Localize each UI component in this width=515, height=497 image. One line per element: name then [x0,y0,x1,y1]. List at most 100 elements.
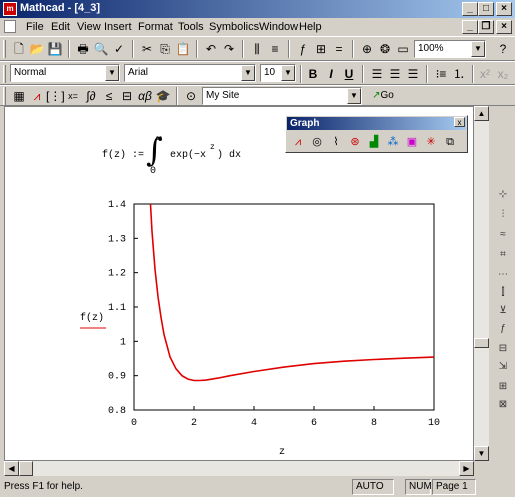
numbering-icon[interactable]: ⒈ [450,65,468,83]
size-select[interactable]: 10 ▼ [260,64,296,82]
copy-icon[interactable]: ⎘ [156,40,174,58]
align-left-icon[interactable]: ☰ [368,65,386,83]
resource-center-icon[interactable]: ❂ [376,40,394,58]
subscript-icon[interactable]: x₂ [494,65,512,83]
format-icon-11[interactable]: ⊞ [496,380,510,394]
menu-view[interactable]: View [77,21,101,33]
menu-tools[interactable]: Tools [178,21,204,33]
menu-insert[interactable]: Insert [104,21,132,33]
spell-check-icon[interactable]: ✓ [110,40,128,58]
format-icon-12[interactable]: ⊠ [496,398,510,412]
vertical-scroll-thumb[interactable] [474,338,489,348]
open-icon[interactable]: 📂 [28,40,46,58]
graph-palette-close-button[interactable]: x [454,117,465,127]
redo-icon[interactable]: ↷ [220,40,238,58]
horizontal-scrollbar[interactable]: ◀ ▶ [4,461,474,476]
scroll-up-icon[interactable]: ▲ [474,106,489,121]
format-icon-9[interactable]: ⊟ [496,342,510,356]
chevron-down-icon[interactable]: ▼ [347,88,361,104]
go-button[interactable]: ↗Go [368,87,398,105]
menu-window[interactable]: Window [259,21,298,33]
site-select[interactable]: My Site ▼ [202,87,362,105]
scroll-down-icon[interactable]: ▼ [474,446,489,461]
help-icon[interactable]: ? [494,40,512,58]
format-icon-7[interactable]: ⊻ [496,304,510,318]
contour-plot-icon[interactable]: ⊛ [347,134,363,150]
doc-close-button[interactable]: × [496,20,512,34]
insert-function-icon[interactable]: ƒ [294,40,312,58]
scroll-left-icon[interactable]: ◀ [4,461,19,476]
programming-palette-icon[interactable]: ⊟ [118,87,136,105]
insert-unit-icon[interactable]: ⊞ [312,40,330,58]
italic-button[interactable]: I [322,65,340,83]
doc-restore-button[interactable]: ❐ [478,20,494,34]
calculator-palette-icon[interactable]: ▦ [10,87,28,105]
plot-wizard-icon[interactable]: ✳ [423,134,439,150]
underline-button[interactable]: U [340,65,358,83]
maximize-button[interactable]: □ [478,2,494,16]
calculus-palette-icon[interactable]: ∫∂ [82,87,100,105]
toolbar-grip[interactable] [3,87,6,105]
print-icon[interactable]: 🖶 [74,40,92,58]
format-icon-3[interactable]: ≈ [496,228,510,242]
format-icon-4[interactable]: ⌗ [496,248,510,262]
doc-minimize-button[interactable]: _ [462,20,478,34]
paste-icon[interactable]: 📋 [174,40,192,58]
toolbar-grip[interactable] [3,40,6,58]
font-select[interactable]: Arial ▼ [124,64,256,82]
chevron-down-icon[interactable]: ▼ [281,65,295,81]
align-across-icon[interactable]: ⫼ [248,40,266,58]
bold-button[interactable]: B [304,65,322,83]
component-icon[interactable]: ⊕ [358,40,376,58]
menu-symbolics[interactable]: Symbolics [209,21,259,33]
graph-palette-icon[interactable]: ⩘ [28,87,46,105]
zoom-select[interactable]: 100% ▼ [414,40,486,58]
surface-plot-icon[interactable]: ⌇ [328,134,344,150]
menu-edit[interactable]: Edit [51,21,70,33]
chevron-down-icon[interactable]: ▼ [241,65,255,81]
polar-plot-icon[interactable]: ◎ [309,134,325,150]
format-icon-2[interactable]: ⫶ [496,208,510,222]
greek-palette-icon[interactable]: αβ [136,87,154,105]
format-icon-10[interactable]: ⇲ [496,360,510,374]
format-icon-8[interactable]: ƒ [496,322,510,336]
close-button[interactable]: × [496,2,512,16]
matrix-palette-icon[interactable]: [⋮] [46,87,65,105]
cut-icon[interactable]: ✂ [138,40,156,58]
horizontal-scroll-thumb[interactable] [19,461,33,476]
scroll-right-icon[interactable]: ▶ [459,461,474,476]
evaluation-palette-icon[interactable]: x= [64,87,82,105]
format-icon-5[interactable]: ⋯ [496,268,510,282]
style-select[interactable]: Normal ▼ [10,64,120,82]
format-icon-6[interactable]: ⫿ [496,286,510,300]
format-icon-1[interactable]: ⊹ [496,188,510,202]
align-center-icon[interactable]: ☰ [386,65,404,83]
menu-file[interactable]: File [26,21,44,33]
bullets-icon[interactable]: ⁝≡ [432,65,450,83]
graph-palette[interactable]: Graph x ⩘ ◎ ⌇ ⊛ ▟ ⁂ ▣ ✳ ⧉ [285,115,468,153]
align-right-icon[interactable]: ☰ [404,65,422,83]
web-icon[interactable]: ⊙ [182,87,200,105]
bar-plot-3d-icon[interactable]: ▟ [366,134,382,150]
chevron-down-icon[interactable]: ▼ [471,41,485,57]
window-icon[interactable]: ▭ [394,40,412,58]
document-icon[interactable] [4,20,16,33]
new-icon[interactable]: 🗋 [10,40,28,58]
symbolic-palette-icon[interactable]: 🎓 [154,87,172,105]
save-icon[interactable]: 💾 [46,40,64,58]
scatter-plot-3d-icon[interactable]: ⁂ [385,134,401,150]
vector-field-icon[interactable]: ▣ [404,134,420,150]
undo-icon[interactable]: ↶ [202,40,220,58]
chevron-down-icon[interactable]: ▼ [105,65,119,81]
graph-palette-title[interactable]: Graph [287,117,466,130]
worksheet[interactable]: f(z) := ∫ ∞ 0 exp(−x z ) dx 0.8 0.9 1 1.1 1.… [4,106,474,461]
xy-plot-icon[interactable]: ⩘ [290,134,306,150]
superscript-icon[interactable]: x² [476,65,494,83]
menu-format[interactable]: Format [138,21,173,33]
toolbar-grip[interactable] [3,65,6,83]
vertical-scrollbar[interactable]: ▲ ▼ [474,106,489,461]
menu-help[interactable]: Help [299,21,322,33]
boolean-palette-icon[interactable]: ≤ [100,87,118,105]
print-preview-icon[interactable]: 🔍 [92,40,110,58]
calculate-icon[interactable]: = [330,40,348,58]
